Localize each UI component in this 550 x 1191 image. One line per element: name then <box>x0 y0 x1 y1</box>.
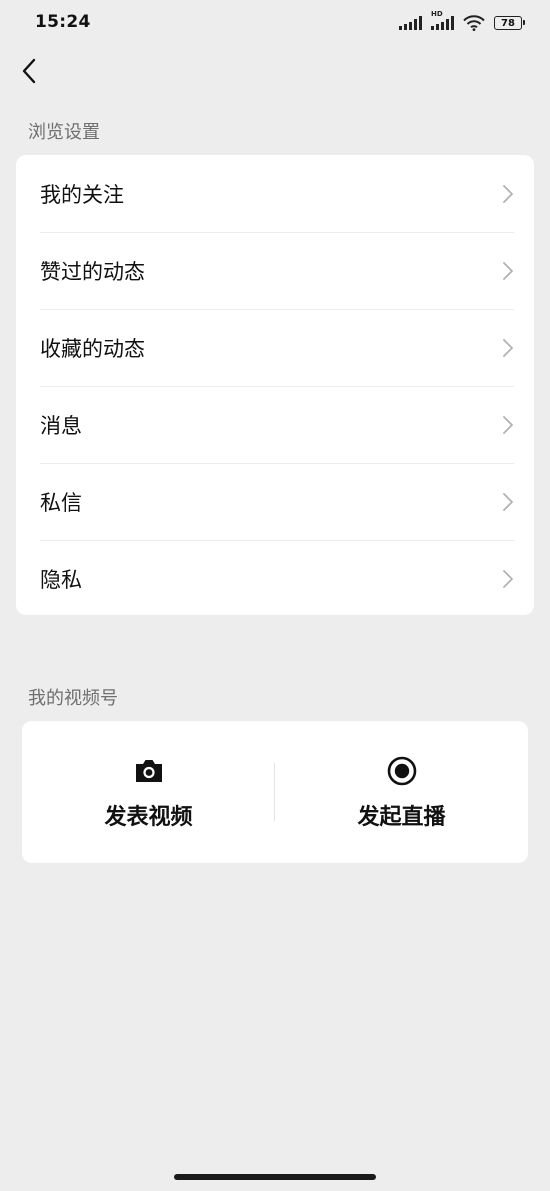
battery-level: 78 <box>501 17 515 29</box>
status-icons: HD 78 <box>399 10 525 34</box>
chevron-right-icon <box>503 492 513 511</box>
menu-item-messages[interactable]: 消息 <box>16 386 534 463</box>
menu-item-liked-posts[interactable]: 赞过的动态 <box>16 232 534 309</box>
post-video-label: 发表视频 <box>104 805 193 830</box>
live-record-icon <box>387 756 416 786</box>
home-indicator[interactable] <box>174 1174 376 1180</box>
start-live-button[interactable]: 发起直播 <box>275 721 528 863</box>
menu-item-label: 赞过的动态 <box>40 259 145 284</box>
chevron-right-icon <box>503 415 513 434</box>
chevron-right-icon <box>503 261 513 280</box>
section-title-browse: 浏览设置 <box>28 122 100 143</box>
menu-item-following[interactable]: 我的关注 <box>16 155 534 232</box>
menu-item-label: 消息 <box>40 413 82 438</box>
chevron-right-icon <box>503 184 513 203</box>
start-live-label: 发起直播 <box>357 805 446 830</box>
menu-item-privacy[interactable]: 隐私 <box>16 540 534 615</box>
status-bar: 15:24 HD 78 <box>0 0 550 46</box>
status-time: 15:24 <box>35 12 91 32</box>
menu-item-favorited-posts[interactable]: 收藏的动态 <box>16 309 534 386</box>
menu-item-private-messages[interactable]: 私信 <box>16 463 534 540</box>
camera-icon <box>135 760 162 782</box>
menu-item-label: 隐私 <box>40 567 82 592</box>
chevron-right-icon <box>503 338 513 357</box>
section-title-my-channel: 我的视频号 <box>28 688 118 709</box>
back-arrow-icon <box>22 58 36 84</box>
back-button[interactable] <box>14 56 44 86</box>
chevron-right-icon <box>503 569 513 588</box>
browse-settings-card: 我的关注 赞过的动态 收藏的动态 消息 私信 隐私 <box>16 155 534 615</box>
menu-item-label: 私信 <box>40 490 82 515</box>
battery-icon: 78 <box>494 16 525 30</box>
post-video-button[interactable]: 发表视频 <box>22 721 275 863</box>
menu-item-label: 我的关注 <box>40 182 124 207</box>
my-channel-card: 发表视频 发起直播 <box>22 721 528 863</box>
hd-label: HD <box>431 10 443 18</box>
wifi-icon <box>463 15 485 31</box>
signal-hd-icon: HD <box>431 10 454 30</box>
menu-item-label: 收藏的动态 <box>40 336 145 361</box>
signal-icon <box>399 16 422 30</box>
